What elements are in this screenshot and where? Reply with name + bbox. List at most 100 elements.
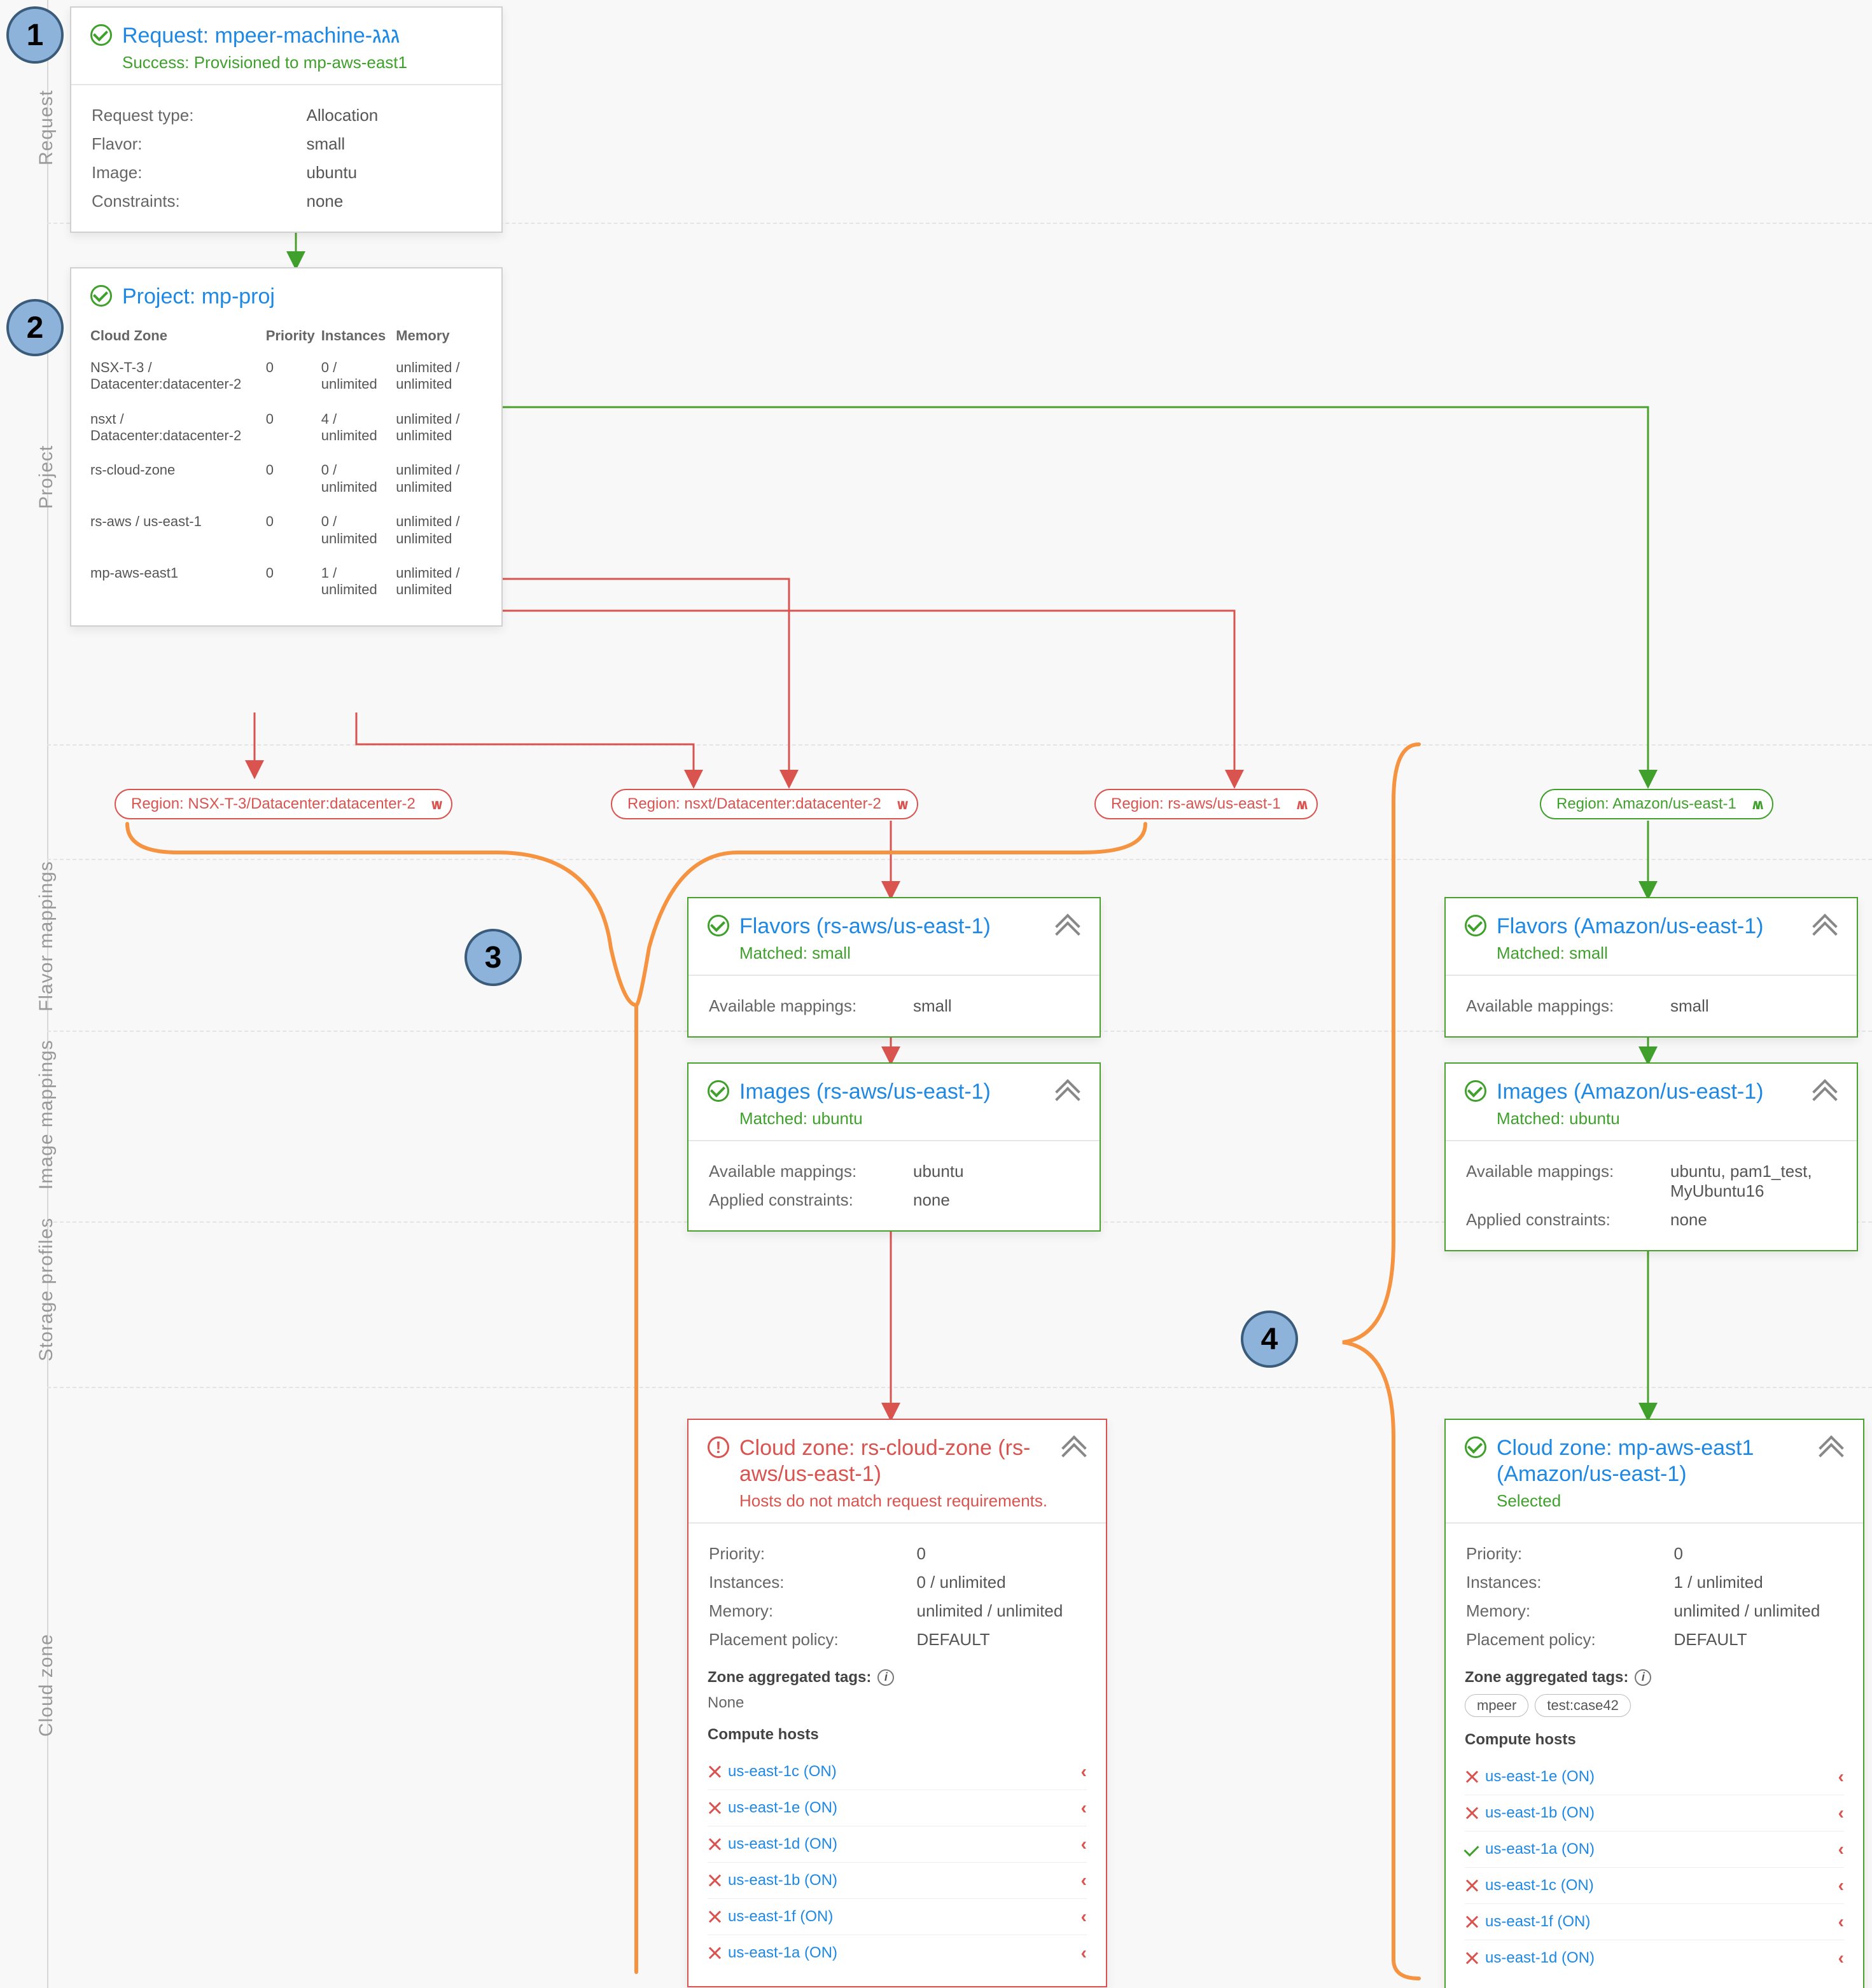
success-icon xyxy=(1465,1436,1486,1458)
value: small xyxy=(1670,992,1836,1020)
chevron-left-icon[interactable]: ‹ xyxy=(1081,1798,1087,1818)
chevron-left-icon[interactable]: ‹ xyxy=(1081,1834,1087,1854)
compute-host-row[interactable]: us-east-1f (ON) ‹ xyxy=(1465,1903,1844,1940)
callout-4: 4 xyxy=(1241,1310,1298,1368)
compute-host-row[interactable]: us-east-1b (ON) ‹ xyxy=(1465,1795,1844,1831)
x-icon xyxy=(1465,1951,1479,1965)
value: none xyxy=(307,188,482,215)
compute-host-row[interactable]: us-east-1e (ON) ‹ xyxy=(708,1790,1087,1826)
region-pill-2[interactable]: Region: nsxt/Datacenter:datacenter-2 xyxy=(611,789,918,819)
collapse-icon[interactable] xyxy=(1055,1079,1080,1104)
collapse-icon[interactable] xyxy=(1055,914,1080,939)
cz-right-sub: Selected xyxy=(1497,1491,1819,1511)
compute-host-row[interactable]: us-east-1e (ON)‹ xyxy=(1465,1759,1844,1795)
images-left-matched: Matched: ubuntu xyxy=(739,1109,1055,1129)
value: 0 xyxy=(1674,1540,1843,1567)
chevron-left-icon[interactable]: ‹ xyxy=(1081,1943,1087,1963)
success-icon xyxy=(708,1080,729,1102)
success-icon xyxy=(708,915,729,936)
chevron-left-icon[interactable]: ‹ xyxy=(1081,1870,1087,1891)
compute-host-row[interactable]: us-east-1c (ON)‹ xyxy=(708,1754,1087,1790)
flavors-right-card: Flavors (Amazon/us-east-1) Matched: smal… xyxy=(1444,897,1858,1038)
col-header: Priority xyxy=(266,323,321,353)
value: small xyxy=(913,992,1079,1020)
cloudzone-left-card: Cloud zone: rs-cloud-zone (rs-aws/us-eas… xyxy=(687,1419,1107,1987)
x-icon xyxy=(708,1801,722,1815)
host-name: us-east-1d (ON) xyxy=(728,1835,837,1853)
chevron-up-icon xyxy=(1296,795,1305,813)
images-right-matched: Matched: ubuntu xyxy=(1497,1109,1812,1129)
chevron-left-icon[interactable]: ‹ xyxy=(1838,1875,1844,1896)
collapse-icon[interactable] xyxy=(1812,914,1838,939)
chevron-left-icon[interactable]: ‹ xyxy=(1081,1762,1087,1782)
label: Instances: xyxy=(709,1569,916,1596)
collapse-icon[interactable] xyxy=(1819,1435,1844,1461)
x-icon xyxy=(708,1837,722,1851)
tags-heading: Zone aggregated tags:i xyxy=(708,1669,1087,1686)
images-left-card: Images (rs-aws/us-east-1) Matched: ubunt… xyxy=(687,1062,1101,1232)
chevron-left-icon[interactable]: ‹ xyxy=(1838,1803,1844,1823)
host-name: us-east-1f (ON) xyxy=(728,1908,833,1926)
chevron-down-icon xyxy=(430,795,440,813)
compute-host-row[interactable]: us-east-1c (ON)‹ xyxy=(1465,1867,1844,1903)
callout-3: 3 xyxy=(465,929,522,986)
images-left-title: Images (rs-aws/us-east-1) xyxy=(739,1079,1055,1105)
tag-list: mpeertest:case42 xyxy=(1465,1694,1844,1717)
project-title: Project: mp-proj xyxy=(122,284,482,310)
x-icon xyxy=(708,1946,722,1960)
info-icon[interactable]: i xyxy=(1635,1669,1651,1686)
col-header: Cloud Zone xyxy=(90,323,266,353)
host-name: us-east-1f (ON) xyxy=(1485,1913,1590,1931)
table-row: nsxt / Datacenter:datacenter-204 / unlim… xyxy=(90,405,482,456)
cz-left-sub: Hosts do not match request requirements. xyxy=(739,1491,1061,1511)
images-right-card: Images (Amazon/us-east-1) Matched: ubunt… xyxy=(1444,1062,1858,1251)
value: DEFAULT xyxy=(917,1626,1086,1653)
host-name: us-east-1e (ON) xyxy=(728,1799,837,1817)
value: small xyxy=(307,130,482,158)
region-pill-4[interactable]: Region: Amazon/us-east-1 xyxy=(1540,789,1773,819)
compute-host-row[interactable]: us-east-1d (ON) ‹ xyxy=(1465,1940,1844,1976)
x-icon xyxy=(708,1765,722,1779)
compute-host-row[interactable]: us-east-1f (ON) ‹ xyxy=(708,1898,1087,1935)
label: Available mappings: xyxy=(709,992,912,1020)
label: Available mappings: xyxy=(1466,1158,1669,1205)
check-icon xyxy=(1465,1842,1479,1856)
chevron-left-icon[interactable]: ‹ xyxy=(1838,1767,1844,1787)
x-icon xyxy=(1465,1806,1479,1820)
label: Memory: xyxy=(709,1597,916,1625)
chevron-left-icon[interactable]: ‹ xyxy=(1838,1948,1844,1968)
compute-host-row[interactable]: us-east-1b (ON)‹ xyxy=(708,1862,1087,1898)
chevron-left-icon[interactable]: ‹ xyxy=(1838,1912,1844,1932)
region-label: Region: nsxt/Datacenter:datacenter-2 xyxy=(627,795,881,812)
project-card: Project: mp-proj Cloud ZonePriorityInsta… xyxy=(70,267,503,627)
host-name: us-east-1b (ON) xyxy=(1485,1804,1595,1822)
host-name: us-east-1a (ON) xyxy=(1485,1840,1595,1858)
callout-2: 2 xyxy=(6,299,64,356)
flavors-right-title: Flavors (Amazon/us-east-1) xyxy=(1497,914,1812,940)
success-icon xyxy=(90,24,112,46)
cz-left-title: Cloud zone: rs-cloud-zone (rs-aws/us-eas… xyxy=(739,1435,1061,1487)
collapse-icon[interactable] xyxy=(1061,1435,1087,1461)
label: Request type: xyxy=(92,102,305,129)
compute-host-row[interactable]: us-east-1d (ON) ‹ xyxy=(708,1826,1087,1862)
request-card: Request: mpeer-machine-גגג Success: Prov… xyxy=(70,6,503,233)
cloudzone-right-card: Cloud zone: mp-aws-east1 (Amazon/us-east… xyxy=(1444,1419,1864,1988)
region-pill-3[interactable]: Region: rs-aws/us-east-1 xyxy=(1094,789,1318,819)
compute-host-row[interactable]: us-east-1a (ON) ‹ xyxy=(1465,1831,1844,1867)
hosts-heading: Compute hosts xyxy=(1465,1731,1844,1749)
label: Available mappings: xyxy=(709,1158,912,1185)
chevron-left-icon[interactable]: ‹ xyxy=(1838,1839,1844,1859)
collapse-icon[interactable] xyxy=(1812,1079,1838,1104)
value: 0 xyxy=(917,1540,1086,1567)
region-label: Region: NSX-T-3/Datacenter:datacenter-2 xyxy=(131,795,416,812)
compute-host-row[interactable]: us-east-1a (ON)‹ xyxy=(708,1935,1087,1971)
x-icon xyxy=(1465,1770,1479,1784)
flavors-left-title: Flavors (rs-aws/us-east-1) xyxy=(739,914,1055,940)
label: Priority: xyxy=(709,1540,916,1567)
success-icon xyxy=(1465,915,1486,936)
region-pill-1[interactable]: Region: NSX-T-3/Datacenter:datacenter-2 xyxy=(115,789,452,819)
info-icon[interactable]: i xyxy=(877,1669,894,1686)
value: none xyxy=(913,1186,1079,1214)
chevron-left-icon[interactable]: ‹ xyxy=(1081,1907,1087,1927)
host-name: us-east-1d (ON) xyxy=(1485,1949,1595,1967)
